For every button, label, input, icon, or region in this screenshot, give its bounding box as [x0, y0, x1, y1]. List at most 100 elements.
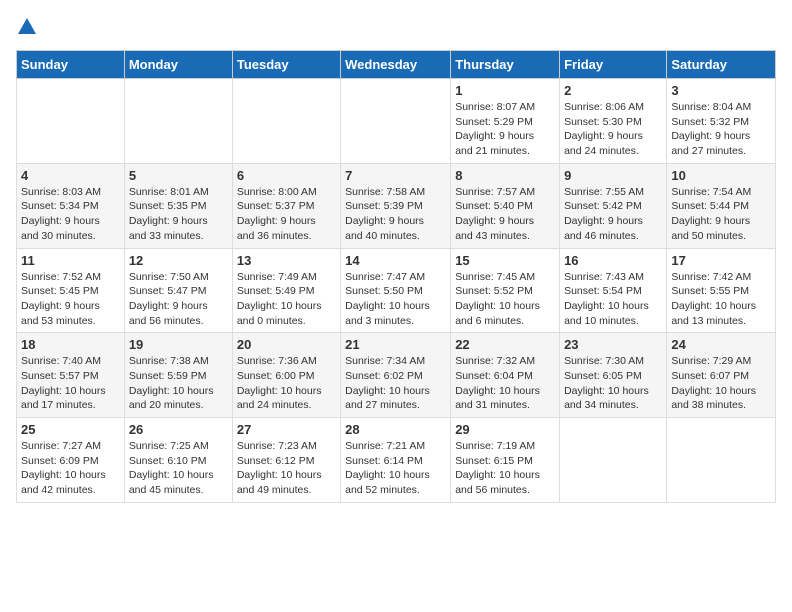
day-number: 9: [564, 168, 662, 183]
day-cell: 25 Sunrise: 7:27 AM Sunset: 6:09 PM Dayli…: [17, 418, 125, 503]
day-cell: 18 Sunrise: 7:40 AM Sunset: 5:57 PM Dayli…: [17, 333, 125, 418]
logo-icon: [16, 16, 38, 38]
week-row-1: 1 Sunrise: 8:07 AM Sunset: 5:29 PM Daylig…: [17, 79, 776, 164]
day-cell: 22 Sunrise: 7:32 AM Sunset: 6:04 PM Dayli…: [451, 333, 560, 418]
day-number: 17: [671, 253, 771, 268]
calendar-header-row: SundayMondayTuesdayWednesdayThursdayFrid…: [17, 51, 776, 79]
day-cell: 29 Sunrise: 7:19 AM Sunset: 6:15 PM Dayli…: [451, 418, 560, 503]
day-number: 11: [21, 253, 120, 268]
day-number: 10: [671, 168, 771, 183]
day-cell: 17 Sunrise: 7:42 AM Sunset: 5:55 PM Dayli…: [667, 248, 776, 333]
day-detail: Sunrise: 7:58 AM Sunset: 5:39 PM Dayligh…: [345, 185, 446, 244]
day-number: 28: [345, 422, 446, 437]
day-number: 3: [671, 83, 771, 98]
day-detail: Sunrise: 7:43 AM Sunset: 5:54 PM Dayligh…: [564, 270, 662, 329]
day-detail: Sunrise: 7:21 AM Sunset: 6:14 PM Dayligh…: [345, 439, 446, 498]
day-detail: Sunrise: 7:50 AM Sunset: 5:47 PM Dayligh…: [129, 270, 228, 329]
day-cell: 5 Sunrise: 8:01 AM Sunset: 5:35 PM Daylig…: [124, 163, 232, 248]
day-cell: 10 Sunrise: 7:54 AM Sunset: 5:44 PM Dayli…: [667, 163, 776, 248]
day-cell: 24 Sunrise: 7:29 AM Sunset: 6:07 PM Dayli…: [667, 333, 776, 418]
day-number: 27: [237, 422, 336, 437]
day-cell: 27 Sunrise: 7:23 AM Sunset: 6:12 PM Dayli…: [232, 418, 340, 503]
day-detail: Sunrise: 8:07 AM Sunset: 5:29 PM Dayligh…: [455, 100, 555, 159]
day-cell: [232, 79, 340, 164]
day-detail: Sunrise: 8:04 AM Sunset: 5:32 PM Dayligh…: [671, 100, 771, 159]
day-cell: 2Sunrise: 8:06 AM Sunset: 5:30 PM Daylig…: [560, 79, 667, 164]
day-cell: [341, 79, 451, 164]
day-detail: Sunrise: 7:25 AM Sunset: 6:10 PM Dayligh…: [129, 439, 228, 498]
day-number: 20: [237, 337, 336, 352]
day-cell: 21 Sunrise: 7:34 AM Sunset: 6:02 PM Dayli…: [341, 333, 451, 418]
day-detail: Sunrise: 7:42 AM Sunset: 5:55 PM Dayligh…: [671, 270, 771, 329]
day-number: 8: [455, 168, 555, 183]
day-cell: 28 Sunrise: 7:21 AM Sunset: 6:14 PM Dayli…: [341, 418, 451, 503]
day-detail: Sunrise: 7:27 AM Sunset: 6:09 PM Dayligh…: [21, 439, 120, 498]
day-cell: 15 Sunrise: 7:45 AM Sunset: 5:52 PM Dayli…: [451, 248, 560, 333]
day-cell: [124, 79, 232, 164]
day-number: 25: [21, 422, 120, 437]
day-detail: Sunrise: 7:32 AM Sunset: 6:04 PM Dayligh…: [455, 354, 555, 413]
day-number: 24: [671, 337, 771, 352]
calendar-table: SundayMondayTuesdayWednesdayThursdayFrid…: [16, 50, 776, 503]
day-detail: Sunrise: 7:47 AM Sunset: 5:50 PM Dayligh…: [345, 270, 446, 329]
day-number: 21: [345, 337, 446, 352]
day-number: 23: [564, 337, 662, 352]
day-detail: Sunrise: 7:36 AM Sunset: 6:00 PM Dayligh…: [237, 354, 336, 413]
day-number: 15: [455, 253, 555, 268]
day-detail: Sunrise: 8:00 AM Sunset: 5:37 PM Dayligh…: [237, 185, 336, 244]
day-cell: 16 Sunrise: 7:43 AM Sunset: 5:54 PM Dayli…: [560, 248, 667, 333]
day-cell: 9 Sunrise: 7:55 AM Sunset: 5:42 PM Daylig…: [560, 163, 667, 248]
day-number: 29: [455, 422, 555, 437]
week-row-5: 25 Sunrise: 7:27 AM Sunset: 6:09 PM Dayli…: [17, 418, 776, 503]
day-cell: 13 Sunrise: 7:49 AM Sunset: 5:49 PM Dayli…: [232, 248, 340, 333]
day-detail: Sunrise: 7:30 AM Sunset: 6:05 PM Dayligh…: [564, 354, 662, 413]
day-number: 14: [345, 253, 446, 268]
day-number: 18: [21, 337, 120, 352]
week-row-3: 11 Sunrise: 7:52 AM Sunset: 5:45 PM Dayli…: [17, 248, 776, 333]
day-detail: Sunrise: 7:49 AM Sunset: 5:49 PM Dayligh…: [237, 270, 336, 329]
day-number: 22: [455, 337, 555, 352]
day-cell: 7 Sunrise: 7:58 AM Sunset: 5:39 PM Daylig…: [341, 163, 451, 248]
page-header: [16, 16, 776, 38]
day-cell: 1 Sunrise: 8:07 AM Sunset: 5:29 PM Daylig…: [451, 79, 560, 164]
day-detail: Sunrise: 7:29 AM Sunset: 6:07 PM Dayligh…: [671, 354, 771, 413]
day-number: 16: [564, 253, 662, 268]
day-detail: Sunrise: 8:03 AM Sunset: 5:34 PM Dayligh…: [21, 185, 120, 244]
day-cell: 4 Sunrise: 8:03 AM Sunset: 5:34 PM Daylig…: [17, 163, 125, 248]
day-number: 13: [237, 253, 336, 268]
day-cell: 11 Sunrise: 7:52 AM Sunset: 5:45 PM Dayli…: [17, 248, 125, 333]
day-cell: 23 Sunrise: 7:30 AM Sunset: 6:05 PM Dayli…: [560, 333, 667, 418]
day-number: 5: [129, 168, 228, 183]
day-cell: 3 Sunrise: 8:04 AM Sunset: 5:32 PM Daylig…: [667, 79, 776, 164]
day-detail: Sunrise: 8:01 AM Sunset: 5:35 PM Dayligh…: [129, 185, 228, 244]
day-detail: Sunrise: 7:55 AM Sunset: 5:42 PM Dayligh…: [564, 185, 662, 244]
day-cell: [17, 79, 125, 164]
logo: [16, 16, 38, 38]
day-cell: 19Sunrise: 7:38 AM Sunset: 5:59 PM Dayli…: [124, 333, 232, 418]
day-detail: Sunrise: 8:06 AM Sunset: 5:30 PM Dayligh…: [564, 100, 662, 159]
column-header-sunday: Sunday: [17, 51, 125, 79]
column-header-thursday: Thursday: [451, 51, 560, 79]
day-detail: Sunrise: 7:45 AM Sunset: 5:52 PM Dayligh…: [455, 270, 555, 329]
day-detail: Sunrise: 7:23 AM Sunset: 6:12 PM Dayligh…: [237, 439, 336, 498]
day-cell: 6 Sunrise: 8:00 AM Sunset: 5:37 PM Daylig…: [232, 163, 340, 248]
day-cell: 26Sunrise: 7:25 AM Sunset: 6:10 PM Dayli…: [124, 418, 232, 503]
day-detail: Sunrise: 7:54 AM Sunset: 5:44 PM Dayligh…: [671, 185, 771, 244]
day-cell: 20 Sunrise: 7:36 AM Sunset: 6:00 PM Dayli…: [232, 333, 340, 418]
day-number: 7: [345, 168, 446, 183]
week-row-2: 4 Sunrise: 8:03 AM Sunset: 5:34 PM Daylig…: [17, 163, 776, 248]
column-header-wednesday: Wednesday: [341, 51, 451, 79]
day-detail: Sunrise: 7:52 AM Sunset: 5:45 PM Dayligh…: [21, 270, 120, 329]
day-cell: 14 Sunrise: 7:47 AM Sunset: 5:50 PM Dayli…: [341, 248, 451, 333]
day-number: 1: [455, 83, 555, 98]
column-header-monday: Monday: [124, 51, 232, 79]
day-detail: Sunrise: 7:40 AM Sunset: 5:57 PM Dayligh…: [21, 354, 120, 413]
day-detail: Sunrise: 7:34 AM Sunset: 6:02 PM Dayligh…: [345, 354, 446, 413]
day-cell: [667, 418, 776, 503]
week-row-4: 18 Sunrise: 7:40 AM Sunset: 5:57 PM Dayli…: [17, 333, 776, 418]
day-number: 4: [21, 168, 120, 183]
day-number: 6: [237, 168, 336, 183]
day-detail: Sunrise: 7:38 AM Sunset: 5:59 PM Dayligh…: [129, 354, 228, 413]
day-detail: Sunrise: 7:19 AM Sunset: 6:15 PM Dayligh…: [455, 439, 555, 498]
column-header-saturday: Saturday: [667, 51, 776, 79]
